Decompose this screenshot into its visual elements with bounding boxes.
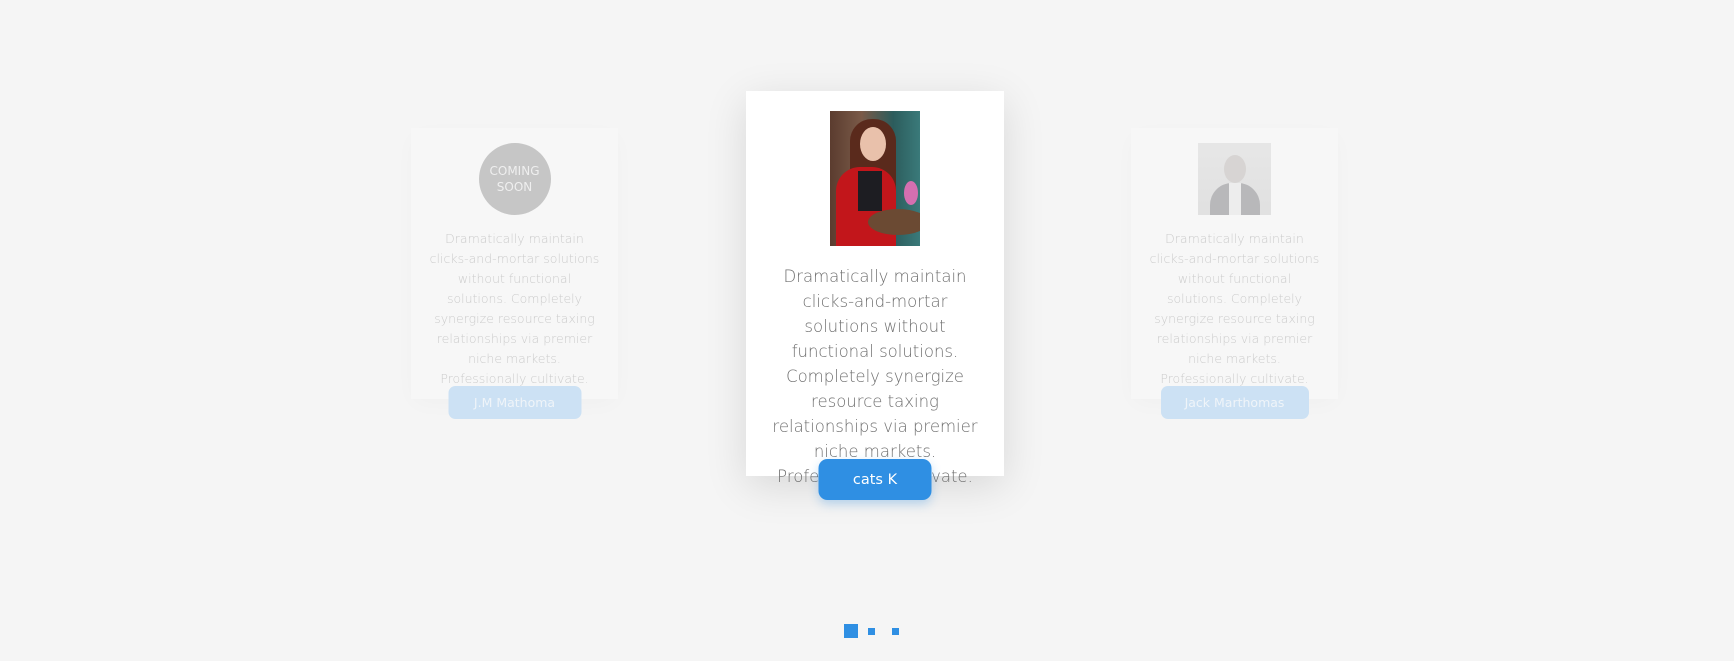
photo-top xyxy=(858,171,882,211)
pagination-dot-icon[interactable] xyxy=(892,627,899,635)
photo-face xyxy=(860,127,886,161)
photo-head xyxy=(1224,155,1246,183)
testimonial-carousel: COMING SOON Dramatically maintain clicks… xyxy=(0,0,1734,661)
author-name-button[interactable]: Jack Marthomas xyxy=(1160,386,1309,419)
pagination-dot-icon[interactable] xyxy=(844,624,858,638)
testimonial-text: Dramatically maintain clicks-and-mortar … xyxy=(1149,231,1320,386)
testimonial-text: Dramatically maintain clicks-and-mortar … xyxy=(429,231,600,386)
coming-soon-avatar: COMING SOON xyxy=(478,143,551,215)
testimonial-text: Dramatically maintain clicks-and-mortar … xyxy=(772,267,978,486)
pagination-dot-icon[interactable] xyxy=(868,627,875,635)
photo-shirt xyxy=(1229,183,1241,215)
photo-flowers xyxy=(904,181,918,205)
testimonial-card-right[interactable]: Dramatically maintain clicks-and-mortar … xyxy=(1131,128,1338,419)
author-photo xyxy=(830,111,920,246)
author-name-button[interactable]: cats K xyxy=(818,459,932,500)
testimonial-card-left[interactable]: COMING SOON Dramatically maintain clicks… xyxy=(411,128,618,419)
author-name-button[interactable]: J.M Mathoma xyxy=(448,386,581,419)
testimonial-card-active: Dramatically maintain clicks-and-mortar … xyxy=(746,91,1004,500)
photo-table xyxy=(868,209,920,235)
carousel-pagination xyxy=(844,624,899,638)
author-photo xyxy=(1198,143,1271,215)
